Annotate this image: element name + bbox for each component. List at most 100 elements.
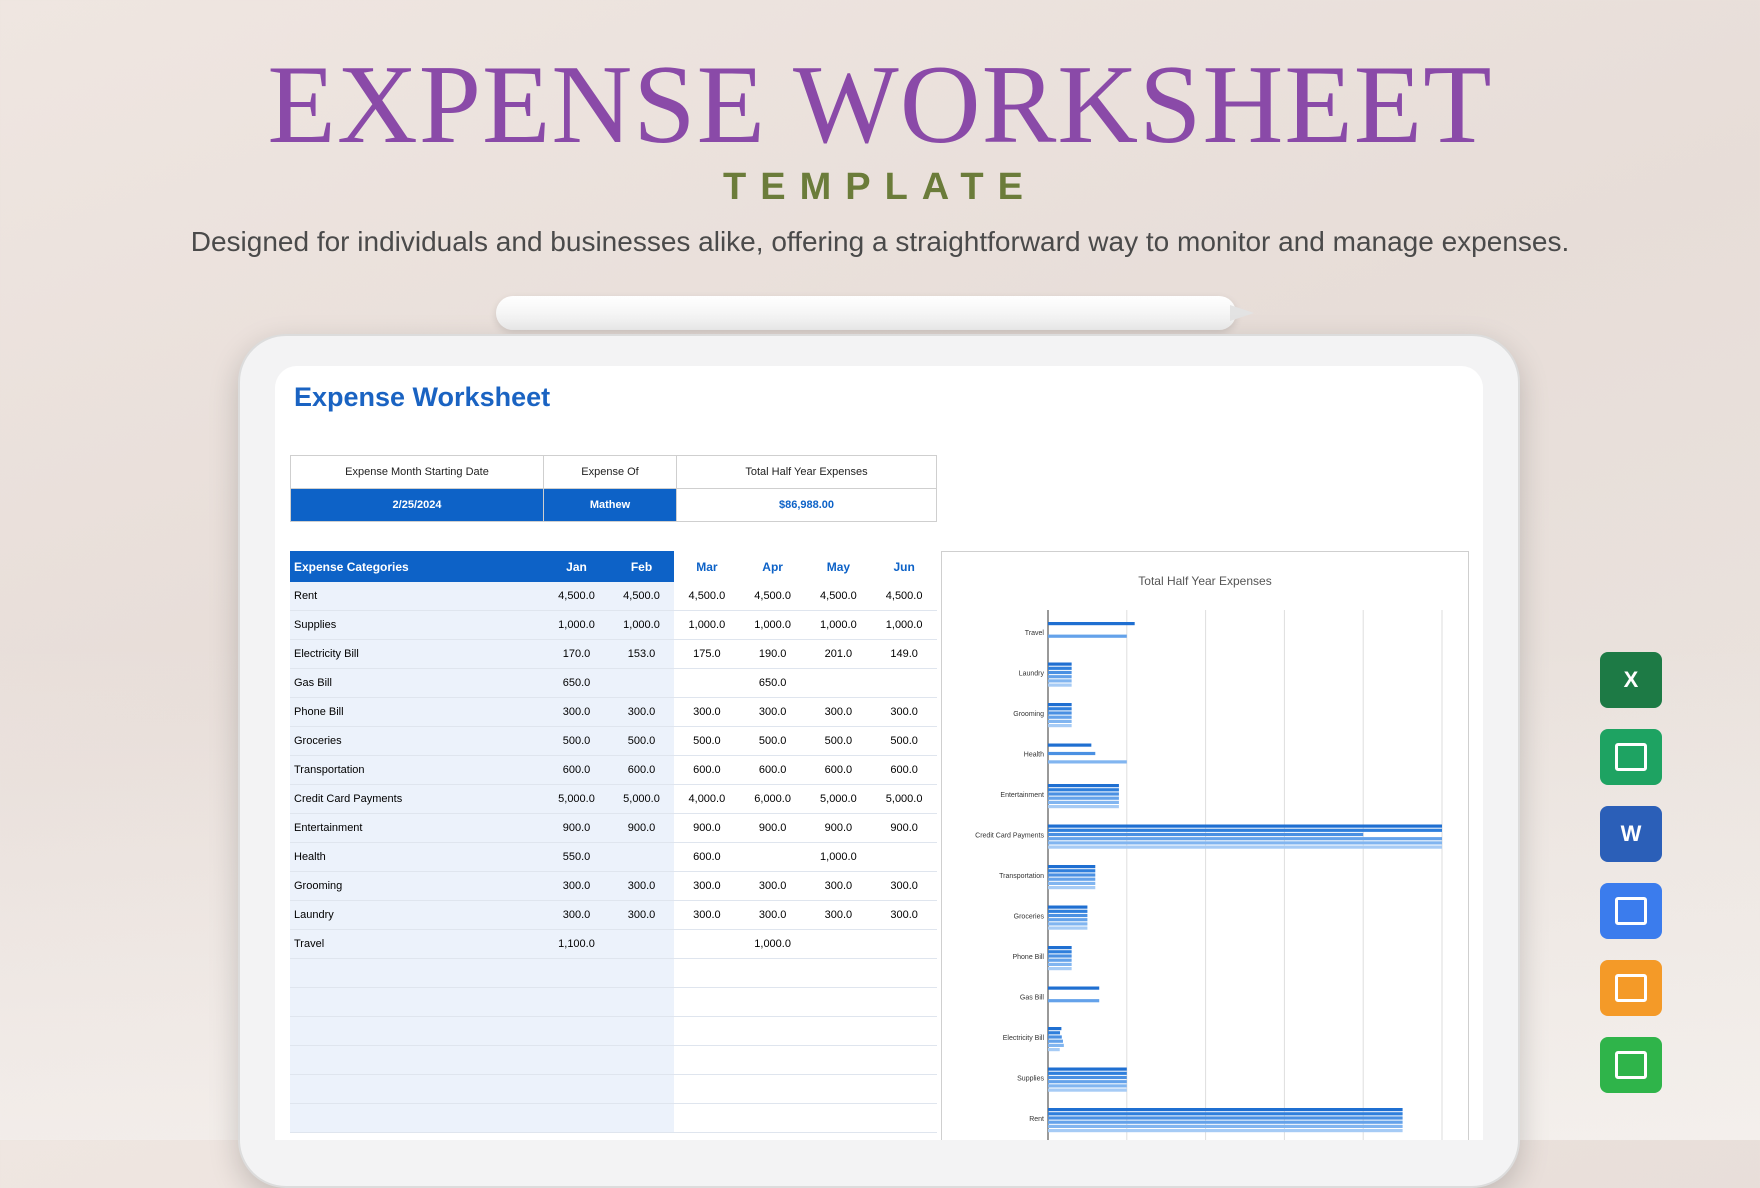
amount-cell[interactable]: 300.0	[544, 697, 609, 727]
amount-cell[interactable]: 4,000.0	[674, 784, 740, 814]
amount-cell[interactable]	[805, 958, 872, 988]
amount-cell[interactable]: 300.0	[805, 871, 872, 901]
amount-cell[interactable]: 300.0	[544, 871, 609, 901]
pages-icon[interactable]	[1600, 960, 1662, 1016]
amount-cell[interactable]: 650.0	[739, 668, 806, 698]
amount-cell[interactable]: 5,000.0	[544, 784, 609, 814]
amount-cell[interactable]	[609, 842, 674, 872]
category-cell[interactable]: Laundry	[290, 900, 544, 930]
amount-cell[interactable]	[544, 1103, 609, 1133]
amount-cell[interactable]	[739, 1103, 806, 1133]
amount-cell[interactable]: 1,000.0	[805, 842, 872, 872]
amount-cell[interactable]	[805, 1016, 872, 1046]
amount-cell[interactable]: 500.0	[739, 726, 806, 756]
category-cell[interactable]: Transportation	[290, 755, 544, 785]
category-cell[interactable]	[290, 1103, 544, 1133]
amount-cell[interactable]: 4,500.0	[805, 582, 872, 611]
amount-cell[interactable]: 1,000.0	[805, 610, 872, 640]
amount-cell[interactable]	[805, 929, 872, 959]
amount-cell[interactable]: 149.0	[871, 639, 937, 669]
category-cell[interactable]: Gas Bill	[290, 668, 544, 698]
amount-cell[interactable]: 170.0	[544, 639, 609, 669]
amount-cell[interactable]	[544, 987, 609, 1017]
amount-cell[interactable]	[871, 929, 937, 959]
amount-cell[interactable]	[674, 1103, 740, 1133]
category-cell[interactable]	[290, 1074, 544, 1104]
google-docs-icon[interactable]	[1600, 883, 1662, 939]
amount-cell[interactable]: 500.0	[871, 726, 937, 756]
amount-cell[interactable]: 5,000.0	[805, 784, 872, 814]
amount-cell[interactable]: 6,000.0	[739, 784, 806, 814]
category-cell[interactable]	[290, 1045, 544, 1075]
amount-cell[interactable]: 900.0	[805, 813, 872, 843]
amount-cell[interactable]	[674, 1045, 740, 1075]
amount-cell[interactable]: 4,500.0	[739, 582, 806, 611]
amount-cell[interactable]	[805, 987, 872, 1017]
amount-cell[interactable]: 1,000.0	[544, 610, 609, 640]
amount-cell[interactable]	[609, 1074, 674, 1104]
amount-cell[interactable]: 500.0	[805, 726, 872, 756]
amount-cell[interactable]	[609, 929, 674, 959]
amount-cell[interactable]: 900.0	[739, 813, 806, 843]
amount-cell[interactable]	[609, 1045, 674, 1075]
amount-cell[interactable]: 153.0	[609, 639, 674, 669]
amount-cell[interactable]: 900.0	[871, 813, 937, 843]
amount-cell[interactable]	[871, 958, 937, 988]
amount-cell[interactable]	[871, 1074, 937, 1104]
amount-cell[interactable]: 5,000.0	[871, 784, 937, 814]
amount-cell[interactable]: 500.0	[674, 726, 740, 756]
amount-cell[interactable]: 1,000.0	[739, 929, 806, 959]
amount-cell[interactable]: 175.0	[674, 639, 740, 669]
category-cell[interactable]: Groceries	[290, 726, 544, 756]
amount-cell[interactable]	[674, 1016, 740, 1046]
amount-cell[interactable]	[871, 1016, 937, 1046]
amount-cell[interactable]	[674, 987, 740, 1017]
amount-cell[interactable]	[609, 668, 674, 698]
amount-cell[interactable]	[739, 958, 806, 988]
amount-cell[interactable]	[871, 1045, 937, 1075]
amount-cell[interactable]	[674, 929, 740, 959]
amount-cell[interactable]: 1,000.0	[674, 610, 740, 640]
amount-cell[interactable]: 1,000.0	[609, 610, 674, 640]
amount-cell[interactable]	[805, 1103, 872, 1133]
amount-cell[interactable]: 600.0	[609, 755, 674, 785]
amount-cell[interactable]	[739, 987, 806, 1017]
google-sheets-icon[interactable]	[1600, 729, 1662, 785]
amount-cell[interactable]	[871, 987, 937, 1017]
amount-cell[interactable]: 600.0	[871, 755, 937, 785]
amount-cell[interactable]: 650.0	[544, 668, 609, 698]
amount-cell[interactable]	[544, 1016, 609, 1046]
amount-cell[interactable]: 600.0	[805, 755, 872, 785]
amount-cell[interactable]: 300.0	[674, 697, 740, 727]
amount-cell[interactable]: 1,000.0	[871, 610, 937, 640]
amount-cell[interactable]: 201.0	[805, 639, 872, 669]
amount-cell[interactable]	[871, 842, 937, 872]
amount-cell[interactable]: 300.0	[674, 900, 740, 930]
amount-cell[interactable]	[609, 1016, 674, 1046]
category-cell[interactable]: Grooming	[290, 871, 544, 901]
category-cell[interactable]: Health	[290, 842, 544, 872]
amount-cell[interactable]: 300.0	[805, 900, 872, 930]
amount-cell[interactable]	[805, 668, 872, 698]
amount-cell[interactable]	[609, 958, 674, 988]
amount-cell[interactable]: 1,000.0	[739, 610, 806, 640]
amount-cell[interactable]: 300.0	[739, 697, 806, 727]
amount-cell[interactable]: 300.0	[739, 900, 806, 930]
amount-cell[interactable]	[544, 1074, 609, 1104]
amount-cell[interactable]: 300.0	[544, 900, 609, 930]
excel-icon[interactable]: X	[1600, 652, 1662, 708]
amount-cell[interactable]	[871, 668, 937, 698]
amount-cell[interactable]	[871, 1103, 937, 1133]
amount-cell[interactable]	[544, 1045, 609, 1075]
category-cell[interactable]: Rent	[290, 582, 544, 611]
amount-cell[interactable]: 600.0	[544, 755, 609, 785]
amount-cell[interactable]: 4,500.0	[674, 582, 740, 611]
amount-cell[interactable]: 900.0	[609, 813, 674, 843]
amount-cell[interactable]	[674, 668, 740, 698]
amount-cell[interactable]: 900.0	[674, 813, 740, 843]
amount-cell[interactable]	[805, 1074, 872, 1104]
amount-cell[interactable]: 300.0	[609, 871, 674, 901]
summary-start-date-cell[interactable]: 2/25/2024	[290, 488, 544, 522]
amount-cell[interactable]	[609, 987, 674, 1017]
amount-cell[interactable]	[609, 1103, 674, 1133]
